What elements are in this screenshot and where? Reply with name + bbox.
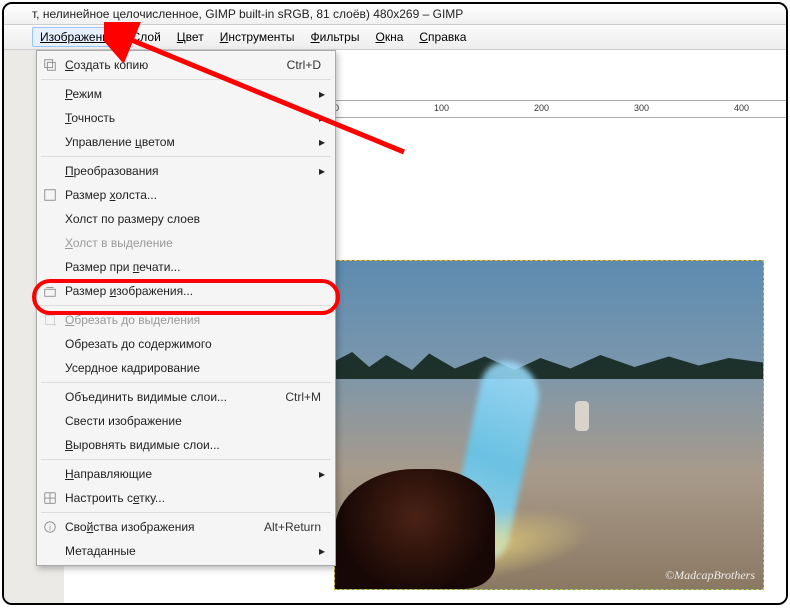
menu-filters[interactable]: Фильтры xyxy=(303,27,368,47)
menu-item-properties[interactable]: i Свойства изображения Alt+Return xyxy=(37,515,335,539)
grid-icon xyxy=(43,491,57,505)
image-trees xyxy=(335,349,763,379)
svg-text:i: i xyxy=(49,524,51,533)
menu-item-label: Создать копию xyxy=(65,58,148,72)
menu-item-guides[interactable]: Направляющие ▸ xyxy=(37,462,335,486)
menu-item-label: Свести изображение xyxy=(65,414,182,428)
menu-image[interactable]: Изображение xyxy=(32,27,124,47)
menu-item-label: Метаданные xyxy=(65,544,136,558)
menu-item-label: Усердное кадрирование xyxy=(65,361,200,375)
workspace: 0 100 200 300 400 ©MadcapBrothers Создат… xyxy=(4,50,786,603)
menu-item-label: Обрезать до выделения xyxy=(65,313,200,327)
menu-tools[interactable]: Инструменты xyxy=(212,27,303,47)
submenu-arrow-icon: ▸ xyxy=(319,87,325,101)
submenu-arrow-icon: ▸ xyxy=(319,135,325,149)
menu-item-shortcut: Alt+Return xyxy=(264,520,321,534)
submenu-arrow-icon: ▸ xyxy=(319,164,325,178)
menu-layer[interactable]: Слой xyxy=(124,27,169,47)
menu-item-canvas-size[interactable]: Размер холста... xyxy=(37,183,335,207)
image-hand xyxy=(335,469,495,589)
menu-item-crop-to-sel: Обрезать до выделения xyxy=(37,308,335,332)
ruler-tick: 300 xyxy=(634,103,649,113)
menu-item-flatten[interactable]: Свести изображение xyxy=(37,409,335,433)
menu-item-label: Точность xyxy=(65,111,115,125)
resize-icon xyxy=(43,284,57,298)
duplicate-icon xyxy=(43,58,57,72)
image-menu-dropdown: Создать копию Ctrl+D Режим ▸ Точность ▸ … xyxy=(36,50,336,566)
menu-item-label: Свойства изображения xyxy=(65,520,195,534)
menu-item-label: Холст в выделение xyxy=(65,236,173,250)
menu-item-label: Размер при печати... xyxy=(65,260,180,274)
menu-item-merge-visible[interactable]: Объединить видимые слои... Ctrl+M xyxy=(37,385,335,409)
menu-item-print-size[interactable]: Размер при печати... xyxy=(37,255,335,279)
ruler-tick: 200 xyxy=(534,103,549,113)
menu-item-align-visible[interactable]: Выровнять видимые слои... xyxy=(37,433,335,457)
image-person xyxy=(575,401,589,431)
info-icon: i xyxy=(43,520,57,534)
submenu-arrow-icon: ▸ xyxy=(319,111,325,125)
menu-item-label: Выровнять видимые слои... xyxy=(65,438,220,452)
menu-item-duplicate[interactable]: Создать копию Ctrl+D xyxy=(37,53,335,77)
menu-item-metadata[interactable]: Метаданные ▸ xyxy=(37,539,335,563)
menu-item-mode[interactable]: Режим ▸ xyxy=(37,82,335,106)
canvas-size-icon xyxy=(43,188,57,202)
window-title: т, нелинейное целочисленное, GIMP built-… xyxy=(4,4,786,25)
menu-item-shortcut: Ctrl+D xyxy=(287,58,321,72)
menubar: Изображение Слой Цвет Инструменты Фильтр… xyxy=(4,25,786,50)
ruler-tick: 100 xyxy=(434,103,449,113)
menu-item-fit-canvas[interactable]: Холст по размеру слоев xyxy=(37,207,335,231)
menu-help[interactable]: Справка xyxy=(411,27,474,47)
image-watermark: ©MadcapBrothers xyxy=(665,568,755,583)
menu-item-label: Настроить сетку... xyxy=(65,491,165,505)
menu-item-zealous-crop[interactable]: Усердное кадрирование xyxy=(37,356,335,380)
menu-item-configure-grid[interactable]: Настроить сетку... xyxy=(37,486,335,510)
menu-item-label: Объединить видимые слои... xyxy=(65,390,227,404)
menu-item-label: Режим xyxy=(65,87,102,101)
menu-item-shortcut: Ctrl+M xyxy=(285,390,321,404)
crop-icon xyxy=(43,313,57,327)
menu-item-color-mgmt[interactable]: Управление цветом ▸ xyxy=(37,130,335,154)
ruler-tick: 400 xyxy=(734,103,749,113)
menu-item-label: Размер изображения... xyxy=(65,284,193,298)
submenu-arrow-icon: ▸ xyxy=(319,544,325,558)
menu-windows[interactable]: Окна xyxy=(367,27,411,47)
menu-item-precision[interactable]: Точность ▸ xyxy=(37,106,335,130)
submenu-arrow-icon: ▸ xyxy=(319,467,325,481)
menu-item-crop-to-content[interactable]: Обрезать до содержимого xyxy=(37,332,335,356)
menu-item-label: Размер холста... xyxy=(65,188,157,202)
menu-item-label: Преобразования xyxy=(65,164,159,178)
menu-item-label: Обрезать до содержимого xyxy=(65,337,212,351)
menu-color[interactable]: Цвет xyxy=(169,27,212,47)
menu-item-image-size[interactable]: Размер изображения... xyxy=(37,279,335,303)
menu-item-canvas-to-sel: Холст в выделение xyxy=(37,231,335,255)
menu-item-label: Направляющие xyxy=(65,467,152,481)
menu-item-label: Управление цветом xyxy=(65,135,175,149)
menu-item-label: Холст по размеру слоев xyxy=(65,212,200,226)
menu-item-transforms[interactable]: Преобразования ▸ xyxy=(37,159,335,183)
canvas-image[interactable]: ©MadcapBrothers xyxy=(334,260,764,590)
